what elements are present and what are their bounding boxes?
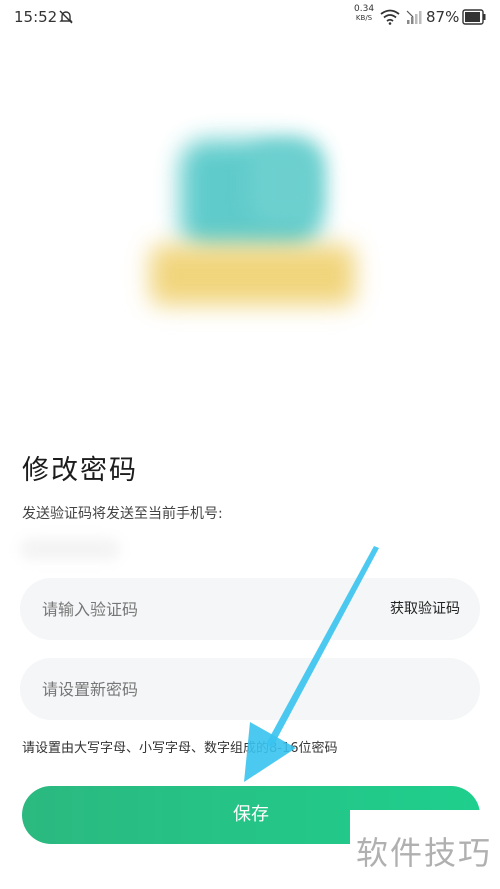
verification-code-field[interactable]: 获取验证码 [20,578,480,640]
signal-icon [406,10,422,24]
verification-code-input[interactable] [42,578,342,640]
bell-muted-icon [59,10,73,24]
battery-percent: 87% [426,8,460,26]
new-password-input[interactable] [42,658,342,720]
get-code-button[interactable]: 获取验证码 [390,598,460,618]
hero-teal-shape-secondary [250,144,320,224]
watermark: 软件技巧 [350,810,500,889]
status-bar: 15:52 0.34 KB/S 87% [0,0,500,36]
masked-phone-number [20,538,120,560]
send-code-hint: 发送验证码将发送至当前手机号: [22,506,223,522]
wifi-icon [380,9,400,25]
status-time: 15:52 [14,8,58,26]
battery-icon [462,9,486,25]
hero-yellow-shape [150,245,355,305]
watermark-text: 软件技巧 [356,834,493,872]
hero-illustration [140,120,360,320]
page-title: 修改密码 [22,455,138,486]
network-speed: 0.34 KB/S [354,4,375,23]
new-password-field[interactable] [20,658,480,720]
password-rule-text: 请设置由大写字母、小写字母、数字组成的8-16位密码 [22,741,338,756]
